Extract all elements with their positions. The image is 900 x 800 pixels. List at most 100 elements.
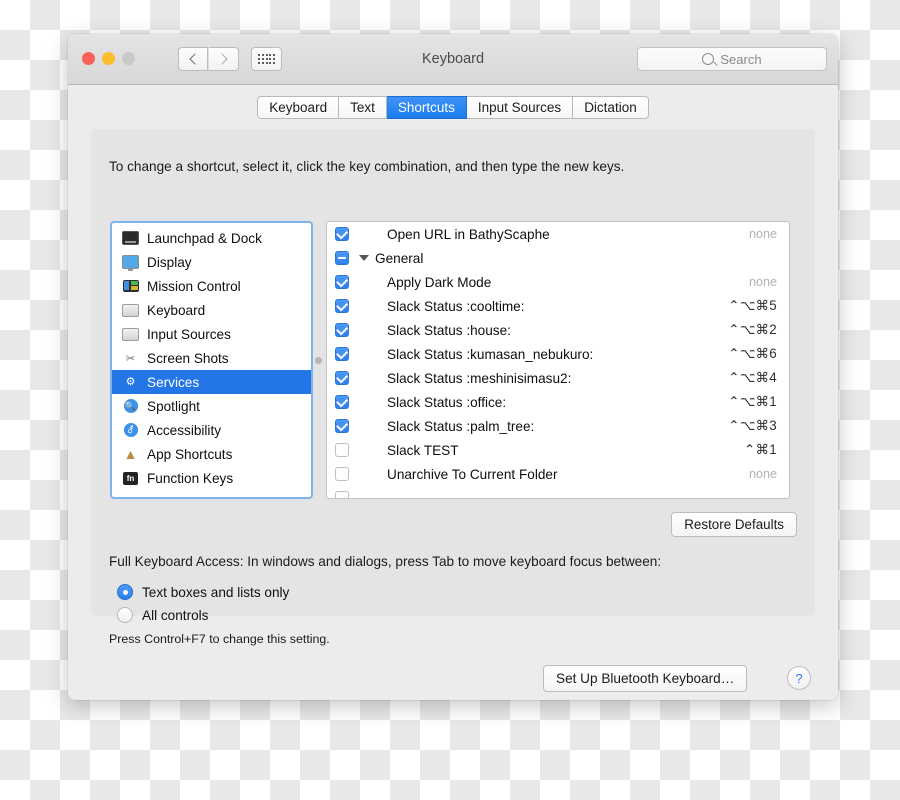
row-checkbox[interactable]	[335, 299, 349, 313]
shortcut-label: Unarchive To Current Folder	[387, 466, 558, 482]
tab-dictation[interactable]: Dictation	[573, 96, 649, 119]
pane-resize-handle[interactable]	[315, 357, 322, 364]
shortcut-key[interactable]: ⌃⌥⌘1	[728, 394, 789, 410]
category-app-shortcuts[interactable]: ▲ App Shortcuts	[112, 442, 311, 466]
shortcut-list[interactable]: Open URL in BathyScaphe none General App…	[326, 221, 790, 499]
table-row[interactable]: Slack Status :palm_tree: ⌃⌥⌘3	[327, 414, 789, 438]
row-checkbox[interactable]	[335, 419, 349, 433]
shortcut-label: Slack TEST	[387, 442, 459, 458]
table-row-group-header[interactable]: General	[327, 246, 789, 270]
keyboard-icon	[122, 327, 139, 342]
row-checkbox[interactable]	[335, 323, 349, 337]
category-label: Screen Shots	[147, 350, 229, 366]
row-checkbox[interactable]	[335, 275, 349, 289]
row-checkbox[interactable]	[335, 467, 349, 481]
table-row[interactable]: Slack TEST ⌃⌘1	[327, 438, 789, 462]
magnifier-icon: 🔍	[122, 399, 139, 414]
gear-icon: ⚙	[125, 375, 136, 388]
table-row[interactable]: Slack Status :house: ⌃⌥⌘2	[327, 318, 789, 342]
category-label: Display	[147, 254, 192, 270]
category-keyboard[interactable]: Keyboard	[112, 298, 311, 322]
table-row-partial[interactable]	[327, 486, 789, 498]
category-launchpad-dock[interactable]: Launchpad & Dock	[112, 226, 311, 250]
shortcut-key[interactable]: ⌃⌘1	[744, 442, 789, 458]
category-function-keys[interactable]: fn Function Keys	[112, 466, 311, 490]
preference-tabs: Keyboard Text Shortcuts Input Sources Di…	[68, 96, 838, 119]
search-placeholder: Search	[720, 51, 762, 67]
shortcut-key[interactable]: ⌃⌥⌘2	[728, 322, 789, 338]
accessibility-icon: ⚦	[122, 423, 139, 438]
table-row[interactable]: Open URL in BathyScaphe none	[327, 222, 789, 246]
shortcut-key[interactable]: ⌃⌥⌘6	[728, 346, 789, 362]
category-label: App Shortcuts	[147, 446, 233, 462]
shortcut-key[interactable]: none	[749, 275, 789, 289]
fn-icon: fn	[122, 471, 139, 486]
keyboard-preferences-window: Keyboard Search Keyboard Text Shortcuts …	[68, 34, 838, 700]
shortcut-key[interactable]: ⌃⌥⌘3	[728, 418, 789, 434]
group-label: General	[359, 251, 423, 266]
shortcut-label: Open URL in BathyScaphe	[387, 226, 550, 242]
shortcut-key[interactable]: ⌃⌥⌘4	[728, 370, 789, 386]
tab-shortcuts[interactable]: Shortcuts	[386, 96, 467, 119]
row-checkbox[interactable]	[335, 491, 349, 498]
tab-keyboard[interactable]: Keyboard	[257, 96, 340, 119]
category-label: Accessibility	[147, 422, 222, 438]
row-checkbox[interactable]	[335, 347, 349, 361]
category-label: Launchpad & Dock	[147, 230, 262, 246]
category-screen-shots[interactable]: ✂ Screen Shots	[112, 346, 311, 370]
shortcut-key[interactable]: none	[749, 467, 789, 481]
mission-control-icon	[122, 279, 139, 294]
table-row[interactable]: Slack Status :meshinisimasu2: ⌃⌥⌘4	[327, 366, 789, 390]
search-icon	[702, 53, 715, 65]
category-label: Spotlight	[147, 398, 200, 414]
table-row[interactable]: Slack Status :kumasan_nebukuro: ⌃⌥⌘6	[327, 342, 789, 366]
radio-label: Text boxes and lists only	[142, 584, 290, 600]
tab-text[interactable]: Text	[339, 96, 387, 119]
table-row[interactable]: Apply Dark Mode none	[327, 270, 789, 294]
chevron-down-icon[interactable]	[359, 255, 369, 261]
tab-input-sources[interactable]: Input Sources	[466, 96, 574, 119]
shortcut-label: Slack Status :kumasan_nebukuro:	[387, 346, 594, 362]
help-button[interactable]: ?	[787, 666, 811, 690]
category-accessibility[interactable]: ⚦ Accessibility	[112, 418, 311, 442]
radio-all-controls[interactable]: All controls	[117, 607, 208, 623]
row-checkbox[interactable]	[335, 371, 349, 385]
scissors-icon: ✂	[125, 352, 136, 365]
keyboard-access-note: Press Control+F7 to change this setting.	[109, 632, 330, 646]
row-checkbox[interactable]	[335, 227, 349, 241]
category-label: Input Sources	[147, 326, 231, 342]
keyboard-icon	[122, 303, 139, 318]
category-input-sources[interactable]: Input Sources	[112, 322, 311, 346]
shortcut-label: Slack Status :meshinisimasu2:	[387, 370, 572, 386]
category-spotlight[interactable]: 🔍 Spotlight	[112, 394, 311, 418]
table-row[interactable]: Unarchive To Current Folder none	[327, 462, 789, 486]
row-checkbox[interactable]	[335, 443, 349, 457]
table-row[interactable]: Slack Status :office: ⌃⌥⌘1	[327, 390, 789, 414]
full-keyboard-access-label: Full Keyboard Access: In windows and dia…	[109, 554, 662, 569]
radio-text-boxes-and-lists[interactable]: Text boxes and lists only	[117, 584, 289, 600]
radio-button[interactable]	[117, 584, 133, 600]
restore-defaults-button[interactable]: Restore Defaults	[671, 512, 797, 537]
shortcut-label: Apply Dark Mode	[387, 274, 492, 290]
window-titlebar: Keyboard Search	[68, 34, 838, 85]
radio-label: All controls	[142, 607, 209, 623]
category-mission-control[interactable]: Mission Control	[112, 274, 311, 298]
row-checkbox[interactable]	[335, 395, 349, 409]
shortcut-key[interactable]: none	[749, 227, 789, 241]
monitor-dark-icon	[122, 231, 139, 246]
shortcut-category-list[interactable]: Launchpad & Dock Display Mission Control…	[110, 221, 313, 499]
shortcut-key[interactable]: ⌃⌥⌘5	[728, 298, 789, 314]
category-label: Keyboard	[147, 302, 206, 318]
setup-bluetooth-keyboard-button[interactable]: Set Up Bluetooth Keyboard…	[543, 665, 748, 692]
row-checkbox[interactable]	[335, 251, 349, 265]
radio-button[interactable]	[117, 607, 133, 623]
compass-icon: ▲	[123, 446, 138, 462]
shortcut-label: Slack Status :house:	[387, 322, 511, 338]
category-services[interactable]: ⚙ Services	[112, 370, 311, 394]
search-input[interactable]: Search	[637, 47, 827, 71]
instruction-text: To change a shortcut, select it, click t…	[109, 159, 625, 174]
group-name: General	[375, 250, 424, 266]
category-display[interactable]: Display	[112, 250, 311, 274]
table-row[interactable]: Slack Status :cooltime: ⌃⌥⌘5	[327, 294, 789, 318]
display-icon	[122, 255, 139, 271]
